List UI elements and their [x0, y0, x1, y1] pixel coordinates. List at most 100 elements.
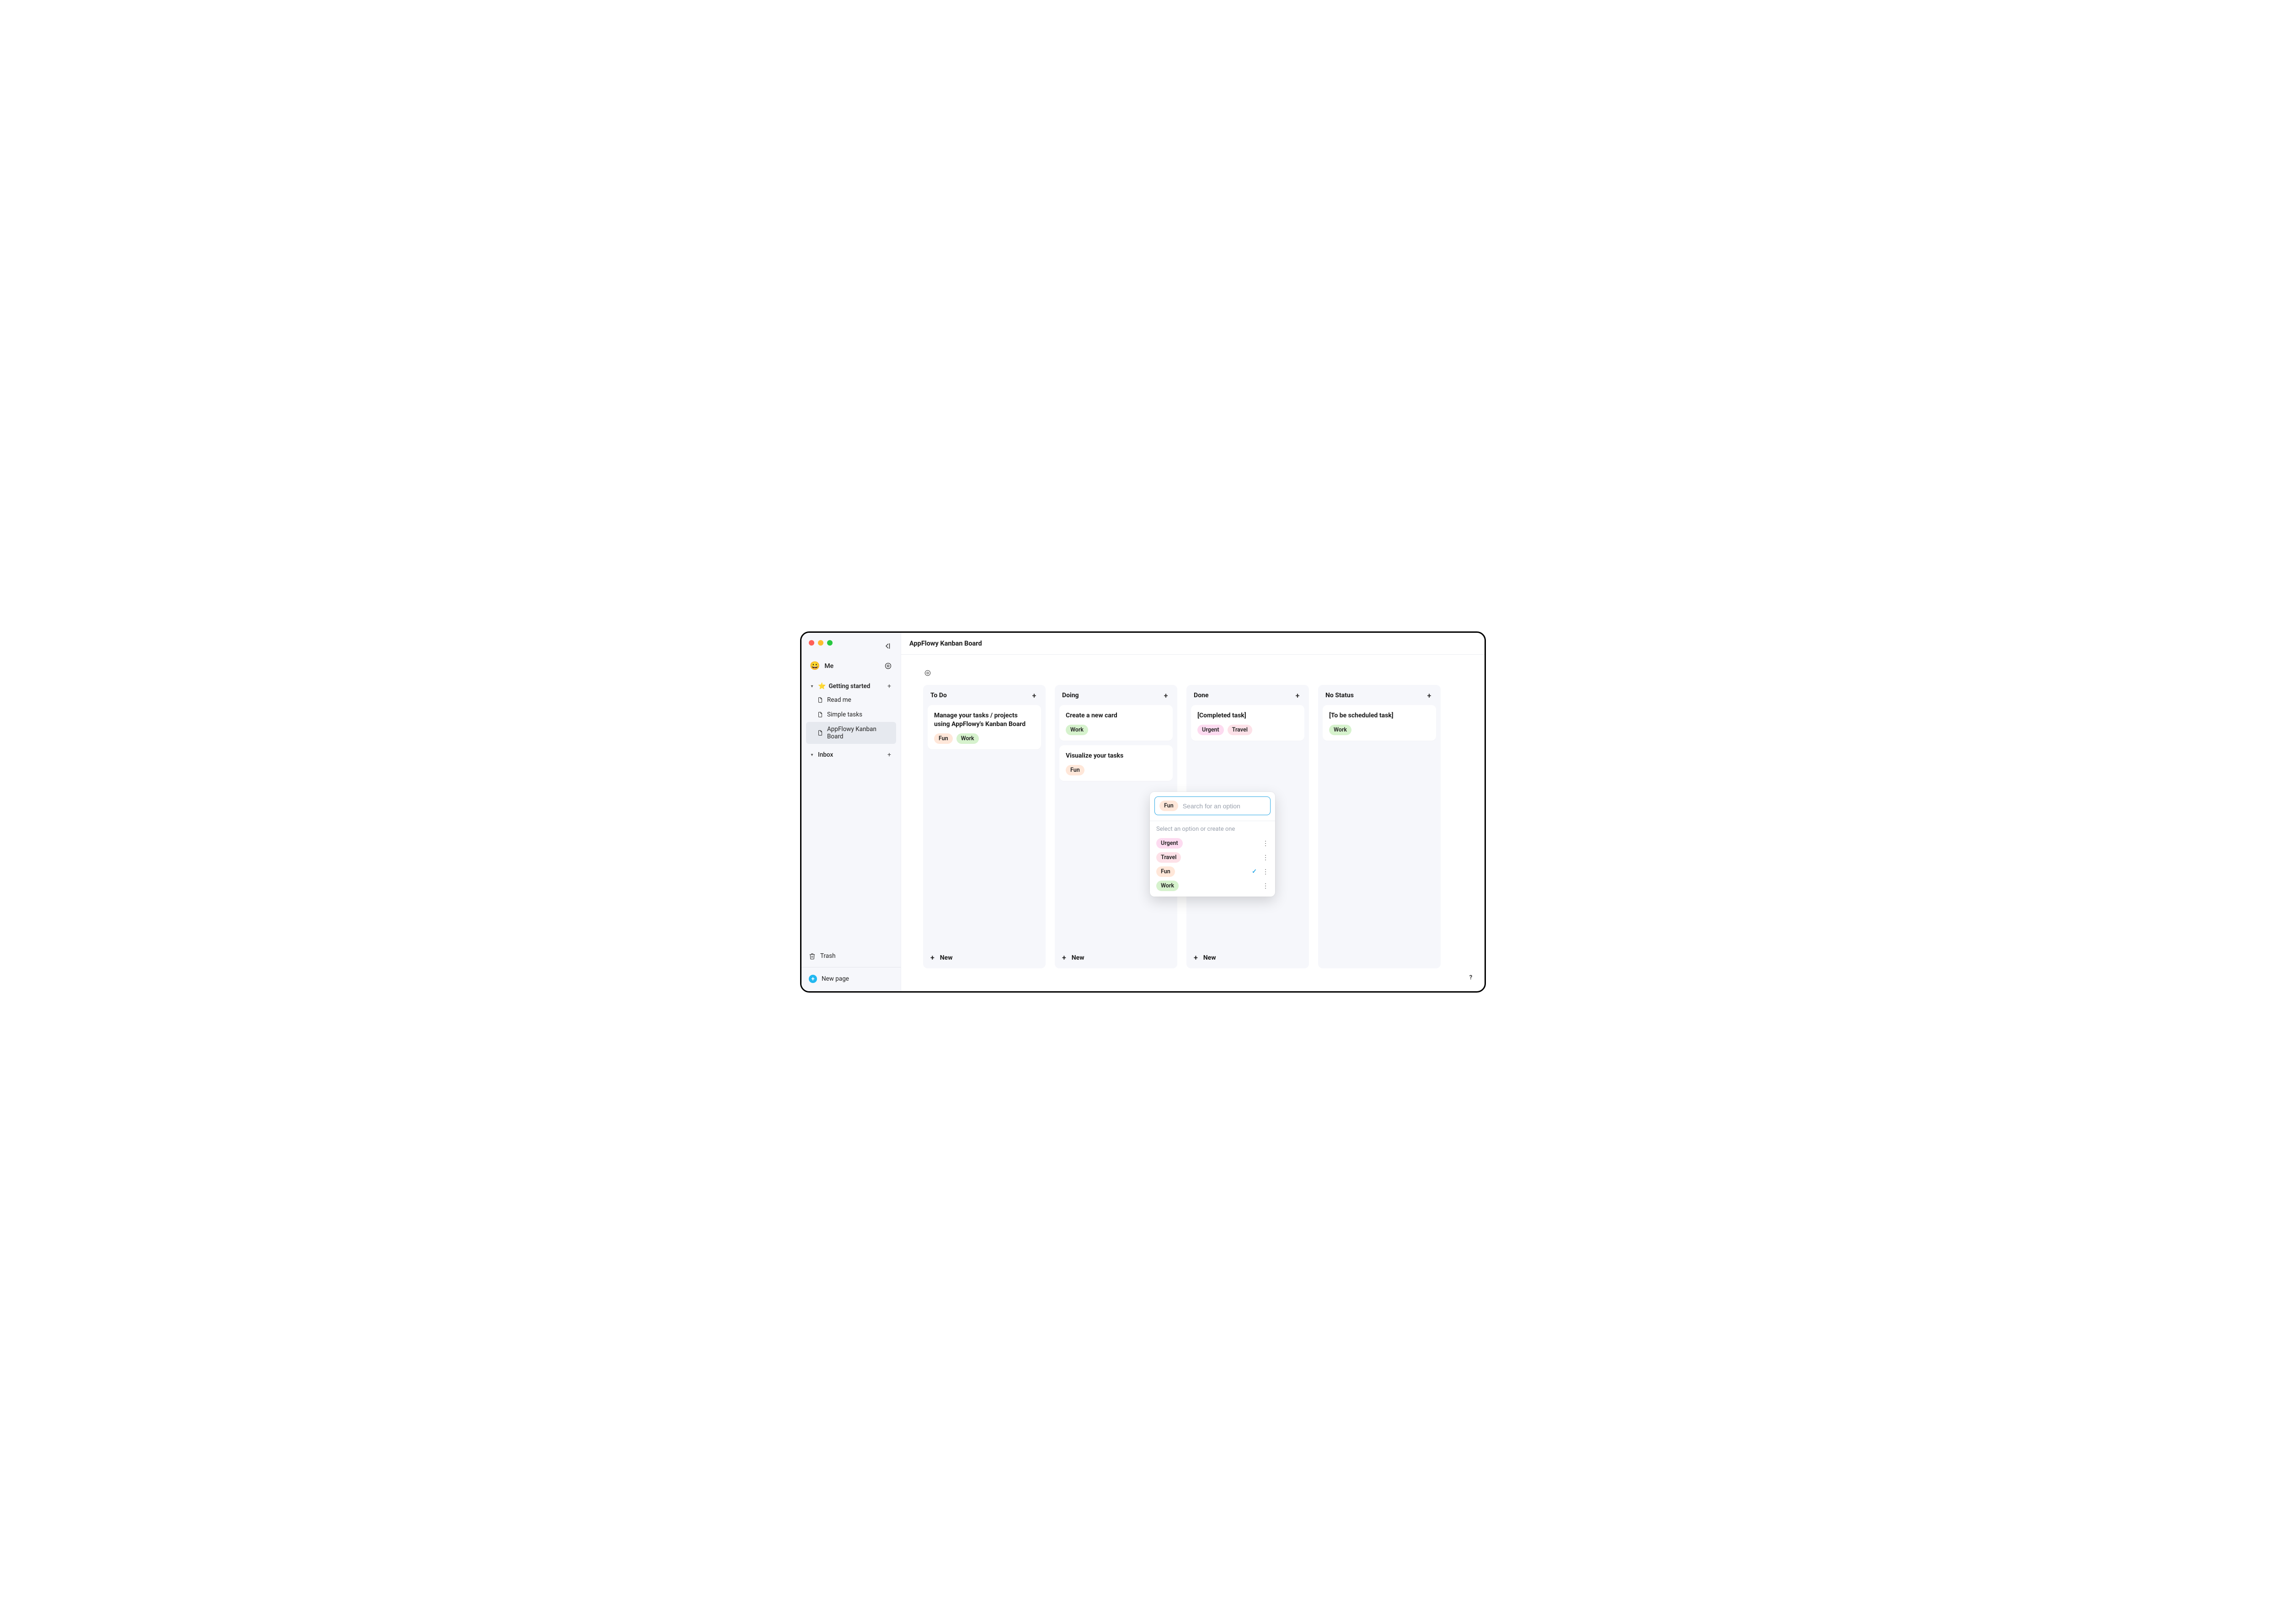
card-title: Visualize your tasks: [1066, 752, 1166, 760]
sidebar-item-label: Read me: [827, 696, 851, 704]
new-card-label: New: [1203, 954, 1216, 962]
tag: Travel: [1156, 852, 1181, 863]
column-body: Manage your tasks / projects using AppFl…: [923, 705, 1046, 948]
tag-option-work[interactable]: Work ⋮: [1154, 879, 1271, 893]
add-card-icon[interactable]: +: [1425, 691, 1433, 700]
card-title: Manage your tasks / projects using AppFl…: [934, 711, 1035, 729]
tag-option-travel[interactable]: Travel ⋮: [1154, 850, 1271, 865]
kanban-card[interactable]: [Completed task] Urgent Travel: [1191, 705, 1304, 741]
topbar: AppFlowy Kanban Board: [901, 633, 1485, 655]
plus-icon: +: [1062, 953, 1066, 962]
card-title: Create a new card: [1066, 711, 1166, 720]
tag-select-popover: Fun Select an option or create one Urgen…: [1150, 792, 1275, 897]
column-todo: To Do + Manage your tasks / projects usi…: [923, 685, 1046, 968]
tag-search-input[interactable]: [1183, 802, 1266, 810]
tag: Fun: [934, 733, 953, 744]
chevron-down-icon[interactable]: ▾: [809, 684, 815, 689]
trash-icon: [809, 953, 816, 960]
add-card-icon[interactable]: +: [1293, 691, 1302, 700]
new-card-button[interactable]: + New: [1186, 948, 1309, 968]
trash-label: Trash: [820, 952, 836, 960]
tag: Urgent: [1197, 725, 1224, 735]
column-header: Done +: [1186, 685, 1309, 705]
sidebar-item-read-me[interactable]: Read me: [806, 693, 896, 707]
card-title: [To be scheduled task]: [1329, 711, 1430, 720]
close-window-button[interactable]: [809, 640, 814, 646]
card-tags: Fun Work: [934, 733, 1035, 744]
new-card-label: New: [1072, 954, 1084, 962]
add-card-icon[interactable]: +: [1030, 691, 1038, 700]
sidebar-item-label: AppFlowy Kanban Board: [827, 726, 893, 740]
tag: Fun: [1156, 866, 1175, 877]
workspace-header[interactable]: 😀 Me: [806, 652, 896, 680]
app-window: 😀 Me ▾ ⭐ Getting started + Read me: [800, 631, 1486, 993]
help-button[interactable]: ?: [1465, 972, 1476, 983]
selected-chip[interactable]: Fun: [1159, 801, 1178, 811]
minimize-window-button[interactable]: [818, 640, 823, 646]
star-icon: ⭐: [818, 683, 826, 690]
column-title: No Status: [1325, 692, 1354, 699]
add-card-icon[interactable]: +: [1162, 691, 1170, 700]
card-tags: Work: [1066, 725, 1166, 735]
kanban-card[interactable]: Create a new card Work: [1059, 705, 1173, 741]
column-no-status: No Status + [To be scheduled task] Work: [1318, 685, 1441, 968]
new-page-label: New page: [822, 975, 849, 983]
nav-section-getting-started: ▾ ⭐ Getting started + Read me Simple tas…: [806, 680, 896, 744]
tag: Fun: [1066, 765, 1084, 775]
new-card-button[interactable]: + New: [923, 948, 1046, 968]
sidebar-item-label: Simple tasks: [827, 711, 862, 718]
chevron-down-icon[interactable]: ▾: [809, 753, 815, 758]
new-card-label: New: [940, 954, 953, 962]
sidebar-item-label: Inbox: [818, 751, 882, 759]
column-body: [To be scheduled task] Work: [1318, 705, 1441, 968]
card-tags: Work: [1329, 725, 1430, 735]
plus-icon: +: [930, 953, 935, 962]
tag-search-field[interactable]: Fun: [1154, 796, 1271, 815]
sidebar-item-simple-tasks[interactable]: Simple tasks: [806, 707, 896, 722]
zoom-window-button[interactable]: [827, 640, 833, 646]
settings-icon[interactable]: [883, 662, 892, 671]
sidebar-item-label: Getting started: [828, 683, 882, 690]
column-header: No Status +: [1318, 685, 1441, 705]
new-page-button[interactable]: + New page: [806, 971, 896, 987]
new-card-button[interactable]: + New: [1055, 948, 1177, 968]
document-icon: [817, 711, 823, 718]
plus-icon: +: [1194, 953, 1198, 962]
sidebar-item-inbox[interactable]: ▾ Inbox +: [806, 748, 896, 761]
card-tags: Fun: [1066, 765, 1166, 775]
kanban-card[interactable]: Manage your tasks / projects using AppFl…: [928, 705, 1041, 749]
kanban-card[interactable]: [To be scheduled task] Work: [1323, 705, 1436, 741]
user-avatar-icon: 😀: [810, 661, 820, 671]
kebab-icon[interactable]: ⋮: [1262, 869, 1269, 875]
kebab-icon[interactable]: ⋮: [1262, 883, 1269, 889]
collapse-sidebar-icon[interactable]: [882, 641, 892, 651]
column-title: Done: [1194, 692, 1208, 699]
column-header: To Do +: [923, 685, 1046, 705]
kanban-card[interactable]: Visualize your tasks Fun: [1059, 745, 1173, 781]
sidebar-item-getting-started[interactable]: ▾ ⭐ Getting started +: [806, 680, 896, 693]
tag: Work: [1156, 881, 1179, 891]
kebab-icon[interactable]: ⋮: [1262, 840, 1269, 847]
tag-option-fun[interactable]: Fun ✓ ⋮: [1154, 865, 1271, 879]
trash-button[interactable]: Trash: [806, 949, 896, 963]
board-settings-icon[interactable]: [923, 668, 932, 678]
nav-section-inbox: ▾ Inbox +: [806, 748, 896, 761]
column-title: Doing: [1062, 692, 1079, 699]
sidebar-item-kanban-board[interactable]: AppFlowy Kanban Board: [806, 722, 896, 744]
tag: Urgent: [1156, 838, 1183, 849]
main-area: AppFlowy Kanban Board To Do + Manage you…: [901, 633, 1485, 991]
tag: Work: [1329, 725, 1351, 735]
card-tags: Urgent Travel: [1197, 725, 1298, 735]
kebab-icon[interactable]: ⋮: [1262, 855, 1269, 861]
user-name: Me: [824, 662, 879, 670]
popover-hint: Select an option or create one: [1154, 825, 1271, 836]
add-page-icon[interactable]: +: [885, 683, 893, 690]
sidebar: 😀 Me ▾ ⭐ Getting started + Read me: [801, 633, 901, 991]
add-page-icon[interactable]: +: [885, 751, 893, 759]
board-area: To Do + Manage your tasks / projects usi…: [901, 655, 1485, 991]
tag: Work: [956, 733, 979, 744]
card-title: [Completed task]: [1197, 711, 1298, 720]
document-icon: [817, 730, 823, 736]
tag-option-urgent[interactable]: Urgent ⋮: [1154, 836, 1271, 850]
document-icon: [817, 697, 823, 703]
